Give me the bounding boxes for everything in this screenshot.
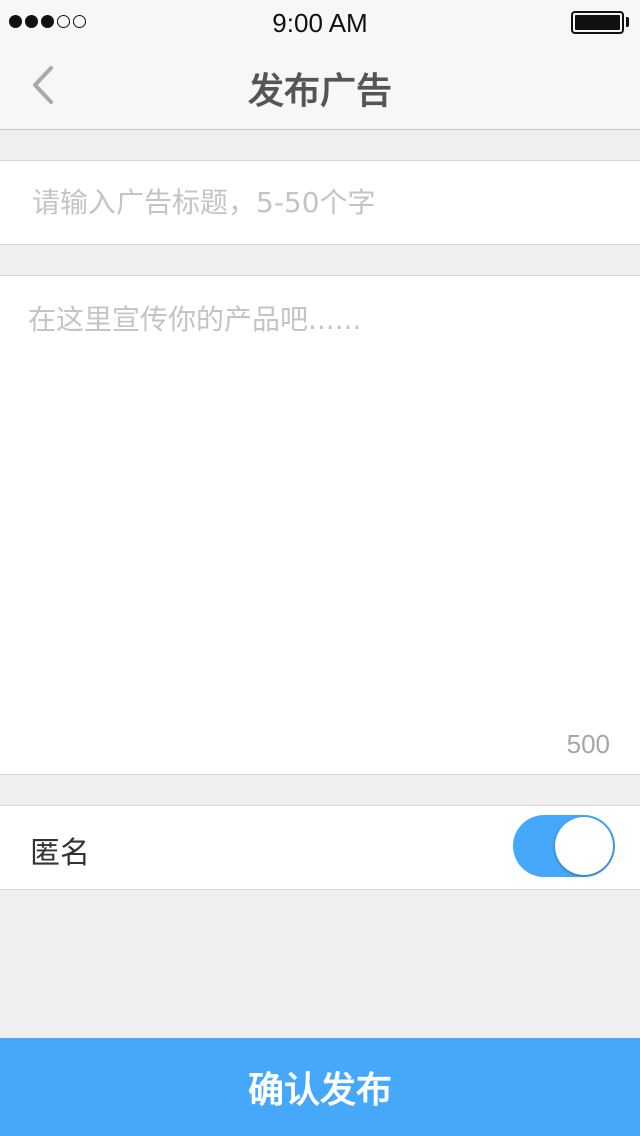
battery-icon xyxy=(571,11,624,34)
page-title: 发布广告 xyxy=(247,71,392,112)
battery-fill xyxy=(575,15,620,30)
confirm-publish-button[interactable]: 确认发布 xyxy=(0,1038,640,1136)
ad-content-textarea[interactable] xyxy=(28,298,618,698)
anonymous-label: 匿名 xyxy=(30,836,90,871)
battery-tip xyxy=(626,17,629,27)
ad-content-box: 500 xyxy=(0,275,640,775)
char-counter: 500 xyxy=(566,729,610,759)
anonymous-row: 匿名 xyxy=(0,805,640,890)
ad-title-row xyxy=(0,160,640,245)
navigation-bar: 发布广告 xyxy=(0,44,640,130)
status-time: 9:00 AM xyxy=(272,8,368,38)
status-bar: 9:00 AM xyxy=(0,0,640,44)
ad-title-input[interactable] xyxy=(32,161,622,244)
toggle-knob xyxy=(555,817,613,875)
anonymous-toggle[interactable] xyxy=(513,815,615,877)
